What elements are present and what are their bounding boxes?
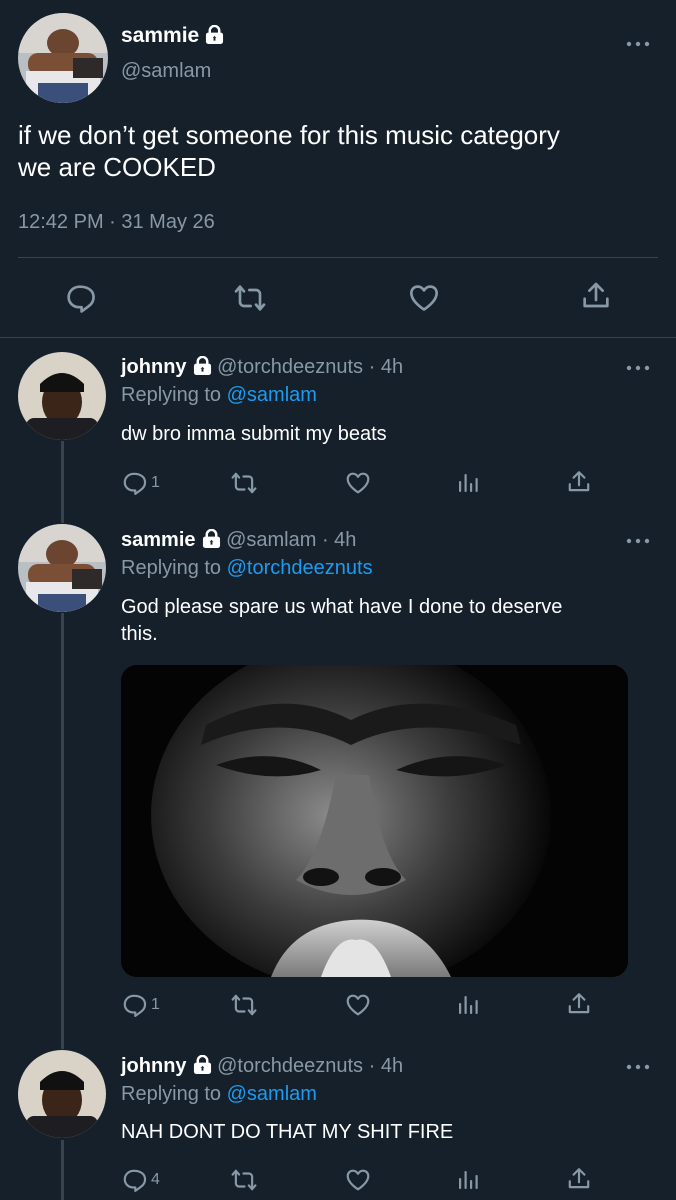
tweet-text: if we don’t get someone for this music c… (18, 119, 658, 183)
retweet-button[interactable] (233, 282, 267, 314)
reply-header: sammie @samlam · 4h (121, 529, 356, 552)
retweet-icon (233, 282, 267, 314)
more-icon[interactable] (626, 536, 650, 546)
replying-to-link[interactable]: @torchdeeznuts (227, 557, 373, 579)
share-button[interactable] (566, 469, 592, 495)
author-handle[interactable]: @torchdeeznuts (217, 356, 363, 378)
tweet-text-line: we are COOKED (18, 152, 216, 182)
analytics-icon (456, 993, 480, 1017)
analytics-icon (456, 1168, 480, 1192)
analytics-icon (456, 471, 480, 495)
replying-label: Replying to (121, 1083, 222, 1105)
avatar[interactable] (18, 524, 106, 612)
replying-to: Replying to @samlam (121, 384, 317, 407)
display-name[interactable]: sammie (121, 529, 196, 551)
avatar[interactable] (18, 352, 106, 440)
author-name[interactable]: sammie (121, 24, 224, 48)
divider (18, 257, 658, 258)
share-button[interactable] (580, 280, 612, 312)
tweet-text-line: if we don’t get someone for this music c… (18, 120, 560, 150)
more-icon[interactable] (626, 363, 650, 373)
like-icon (345, 992, 371, 1018)
avatar[interactable] (18, 1050, 106, 1138)
thread-line (61, 1140, 64, 1200)
reply-time[interactable]: · 4h (322, 529, 356, 551)
retweet-icon (230, 470, 258, 496)
author-handle[interactable]: @samlam (226, 529, 316, 551)
display-name[interactable]: johnny (121, 356, 187, 378)
share-icon (580, 280, 612, 312)
reply-header: johnny @torchdeeznuts · 4h (121, 356, 403, 379)
thread-line (61, 441, 64, 523)
analytics-button[interactable] (456, 1168, 480, 1192)
reply-header: johnny @torchdeeznuts · 4h (121, 1055, 403, 1078)
lock-icon (205, 25, 224, 44)
more-icon[interactable] (626, 1062, 650, 1072)
retweet-button[interactable] (230, 992, 258, 1018)
like-button[interactable] (408, 282, 440, 314)
replying-label: Replying to (121, 557, 222, 579)
retweet-button[interactable] (230, 1167, 258, 1193)
reply-text: dw bro imma submit my beats (121, 423, 387, 445)
thread-line (61, 613, 64, 1049)
reply-icon (121, 1167, 147, 1193)
reply-time[interactable]: · 4h (369, 1055, 403, 1077)
share-button[interactable] (566, 991, 592, 1017)
reply-text: God please spare us what have I done to … (121, 594, 631, 648)
attached-image[interactable] (121, 665, 628, 977)
reply-text: NAH DONT DO THAT MY SHIT FIRE (121, 1121, 454, 1143)
display-name[interactable]: sammie (121, 24, 199, 47)
share-icon (566, 991, 592, 1017)
replying-to: Replying to @torchdeeznuts (121, 557, 373, 580)
analytics-button[interactable] (456, 993, 480, 1017)
replying-to-link[interactable]: @samlam (227, 1083, 317, 1105)
lock-icon (193, 356, 212, 375)
reply-count: 1 (151, 474, 160, 491)
reply-icon (121, 470, 147, 496)
like-icon (345, 470, 371, 496)
retweet-button[interactable] (230, 470, 258, 496)
reply-icon (64, 282, 96, 314)
reply-text-line: God please spare us what have I done to … (121, 596, 563, 618)
author-handle[interactable]: @samlam (121, 60, 211, 83)
reply-icon (121, 992, 147, 1018)
reply-count: 4 (151, 1171, 160, 1188)
like-button[interactable] (345, 992, 371, 1018)
like-button[interactable] (345, 1167, 371, 1193)
avatar[interactable] (18, 13, 108, 103)
like-icon (408, 282, 440, 314)
display-name[interactable]: johnny (121, 1055, 187, 1077)
replying-label: Replying to (121, 384, 222, 406)
retweet-icon (230, 1167, 258, 1193)
lock-icon (202, 529, 221, 548)
reply-button[interactable]: 4 (121, 1167, 160, 1193)
reply-time[interactable]: · 4h (369, 356, 403, 378)
lock-icon (193, 1055, 212, 1074)
replying-to: Replying to @samlam (121, 1083, 317, 1106)
replying-to-link[interactable]: @samlam (227, 384, 317, 406)
retweet-icon (230, 992, 258, 1018)
more-icon[interactable] (626, 39, 650, 49)
reply-button[interactable]: 1 (121, 470, 160, 496)
reply-count: 1 (151, 996, 160, 1013)
author-handle[interactable]: @torchdeeznuts (217, 1055, 363, 1077)
share-icon (566, 469, 592, 495)
divider (0, 337, 676, 338)
like-button[interactable] (345, 470, 371, 496)
like-icon (345, 1167, 371, 1193)
share-icon (566, 1166, 592, 1192)
analytics-button[interactable] (456, 471, 480, 495)
tweet-timestamp[interactable]: 12:42 PM · 31 May 26 (18, 211, 215, 234)
reply-button[interactable]: 1 (121, 992, 160, 1018)
reply-text-line: this. (121, 623, 158, 645)
reply-button[interactable] (64, 282, 96, 314)
share-button[interactable] (566, 1166, 592, 1192)
